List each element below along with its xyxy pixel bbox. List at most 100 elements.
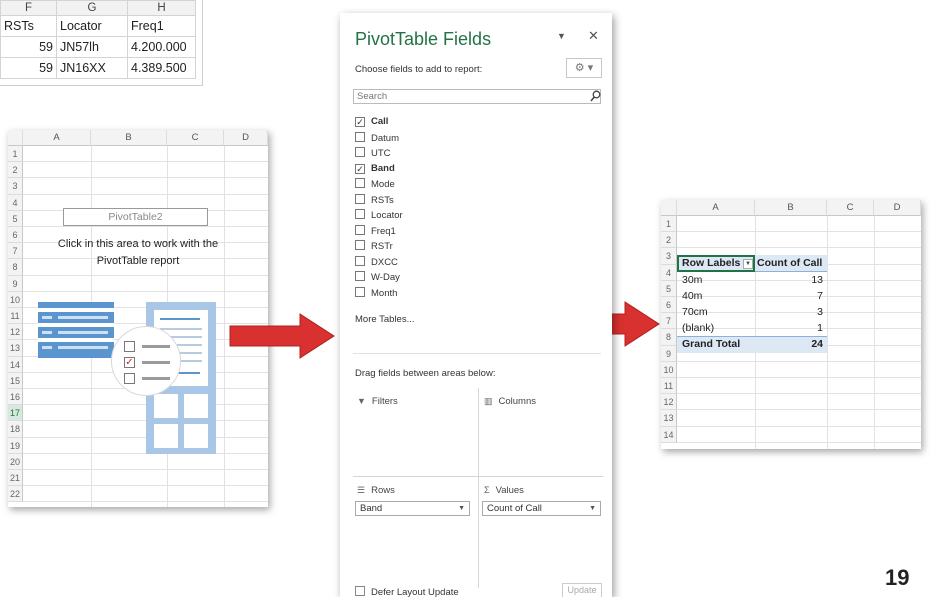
- row-header[interactable]: 4: [661, 264, 677, 281]
- row-header[interactable]: 13: [661, 410, 677, 427]
- column-header-c[interactable]: C: [167, 130, 224, 146]
- column-header-f[interactable]: F: [0, 0, 57, 16]
- row-header[interactable]: 18: [8, 421, 23, 438]
- table-cell[interactable]: 4.200.000: [127, 36, 196, 58]
- field-item-utc[interactable]: UTC: [355, 147, 391, 161]
- checkbox-checked-icon[interactable]: ✓: [355, 117, 365, 127]
- select-all-corner[interactable]: [8, 130, 23, 146]
- row-header[interactable]: 10: [8, 291, 23, 308]
- row-header[interactable]: 13: [8, 340, 23, 357]
- row-header[interactable]: 5: [8, 210, 23, 227]
- row-header[interactable]: 1: [8, 146, 23, 163]
- row-header[interactable]: 9: [8, 275, 23, 292]
- row-header[interactable]: 15: [8, 372, 23, 389]
- pivot-row-count[interactable]: 1: [801, 321, 823, 336]
- pivot-row-count[interactable]: 3: [801, 305, 823, 320]
- table-cell[interactable]: Freq1: [127, 15, 196, 37]
- field-item-datum[interactable]: Datum: [355, 131, 399, 146]
- search-icon[interactable]: [590, 90, 601, 103]
- column-header-b[interactable]: B: [91, 130, 167, 146]
- field-item-rstr[interactable]: RSTr: [355, 240, 393, 254]
- row-header[interactable]: 6: [8, 227, 23, 244]
- grand-total-value[interactable]: 24: [801, 337, 823, 352]
- row-header[interactable]: 6: [661, 297, 677, 314]
- column-header-d[interactable]: D: [224, 130, 268, 146]
- row-header[interactable]: 2: [8, 162, 23, 179]
- row-header[interactable]: 8: [8, 259, 23, 276]
- row-header[interactable]: 20: [8, 453, 23, 470]
- column-header-c[interactable]: C: [827, 200, 874, 216]
- field-item-dxcc[interactable]: DXCC: [355, 255, 398, 270]
- row-header[interactable]: 14: [661, 426, 677, 443]
- column-header-a[interactable]: A: [677, 200, 755, 216]
- column-header-b[interactable]: B: [755, 200, 827, 216]
- field-item-w-day[interactable]: W-Day: [355, 271, 400, 285]
- table-cell[interactable]: JN16XX: [56, 57, 128, 79]
- row-header[interactable]: 5: [661, 280, 677, 297]
- pivot-placeholder-hint[interactable]: Click in this area to work with the Pivo…: [33, 236, 243, 270]
- column-header-d[interactable]: D: [874, 200, 921, 216]
- rows-area[interactable]: ☰ Rows: [357, 485, 395, 496]
- select-all-corner[interactable]: [661, 200, 677, 216]
- row-header[interactable]: 7: [8, 243, 23, 260]
- field-item-locator[interactable]: Locator: [355, 209, 403, 223]
- row-header[interactable]: 8: [661, 329, 677, 346]
- checkbox-icon[interactable]: [355, 240, 365, 250]
- defer-layout-update-checkbox[interactable]: Defer Layout Update: [355, 586, 459, 597]
- row-labels-header[interactable]: Row Labels: [682, 256, 740, 271]
- table-cell[interactable]: JN57lh: [56, 36, 128, 58]
- field-item-rsts[interactable]: RSTs: [355, 193, 394, 208]
- field-item-freq1[interactable]: Freq1: [355, 224, 396, 239]
- checkbox-icon[interactable]: [355, 586, 365, 596]
- column-header-a[interactable]: A: [23, 130, 91, 146]
- row-header[interactable]: 3: [661, 248, 677, 265]
- checkbox-icon[interactable]: [355, 271, 365, 281]
- field-item-mode[interactable]: Mode: [355, 178, 395, 192]
- row-header[interactable]: 3: [8, 178, 23, 195]
- update-button[interactable]: Update: [562, 583, 602, 597]
- column-header-h[interactable]: H: [127, 0, 196, 16]
- row-header[interactable]: 2: [661, 232, 677, 249]
- count-of-call-header[interactable]: Count of Call: [757, 256, 822, 271]
- checkbox-icon[interactable]: [355, 147, 365, 157]
- pivot-row-label[interactable]: 40m: [682, 289, 702, 304]
- table-cell[interactable]: 4.389.500: [127, 57, 196, 79]
- row-header[interactable]: 4: [8, 194, 23, 211]
- table-cell[interactable]: Locator: [56, 15, 128, 37]
- filters-area[interactable]: ▼ Filters: [357, 396, 398, 407]
- row-header[interactable]: 17: [8, 405, 23, 422]
- column-header-g[interactable]: G: [56, 0, 128, 16]
- grand-total-label[interactable]: Grand Total: [682, 337, 740, 352]
- close-icon[interactable]: ✕: [588, 28, 599, 44]
- pivot-row-label[interactable]: (blank): [682, 321, 714, 336]
- row-header[interactable]: 10: [661, 361, 677, 378]
- chevron-down-icon[interactable]: ▼: [589, 502, 596, 515]
- row-header[interactable]: 16: [8, 389, 23, 406]
- pane-options-dropdown-icon[interactable]: ▼: [557, 31, 566, 41]
- pivot-row-label[interactable]: 30m: [682, 273, 702, 288]
- pivot-row-label[interactable]: 70cm: [682, 305, 708, 320]
- row-header[interactable]: 21: [8, 470, 23, 487]
- columns-area[interactable]: ▥ Columns: [484, 396, 536, 407]
- checkbox-icon[interactable]: [355, 193, 365, 204]
- rows-field-band[interactable]: Band ▼: [355, 501, 470, 516]
- field-item-month[interactable]: Month: [355, 286, 397, 301]
- checkbox-icon[interactable]: [355, 209, 365, 219]
- checkbox-icon[interactable]: [355, 286, 365, 297]
- chevron-down-icon[interactable]: ▼: [458, 502, 465, 515]
- search-input[interactable]: [353, 89, 601, 104]
- row-header[interactable]: 1: [661, 216, 677, 233]
- checkbox-icon[interactable]: [355, 131, 365, 142]
- table-cell[interactable]: 59: [0, 57, 57, 79]
- row-header[interactable]: 9: [661, 345, 677, 362]
- pivot-row-count[interactable]: 7: [801, 289, 823, 304]
- table-cell[interactable]: RSTs: [0, 15, 57, 37]
- gear-icon[interactable]: ⚙ ▾: [566, 58, 602, 78]
- row-header[interactable]: 12: [8, 324, 23, 341]
- checkbox-icon[interactable]: [355, 255, 365, 266]
- checkbox-checked-icon[interactable]: ✓: [355, 163, 365, 174]
- checkbox-icon[interactable]: [355, 224, 365, 235]
- field-item-call[interactable]: ✓ Call: [355, 116, 388, 130]
- row-header[interactable]: 14: [8, 356, 23, 373]
- pivot-placeholder-name[interactable]: PivotTable2: [63, 208, 208, 226]
